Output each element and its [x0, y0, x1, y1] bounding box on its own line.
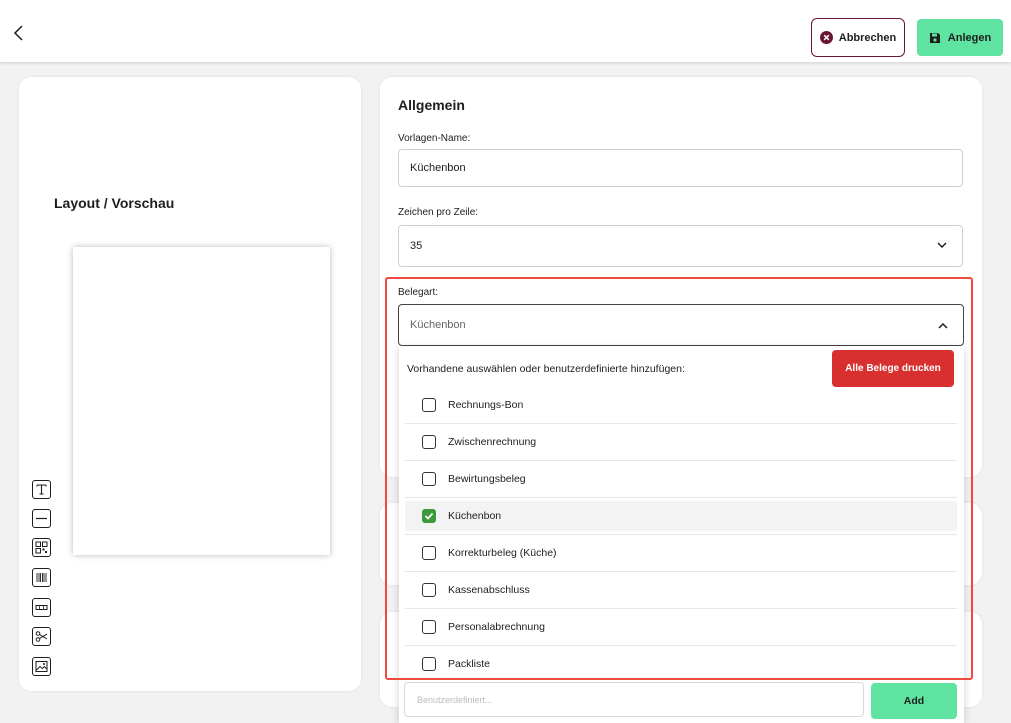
- option-zwischenrechnung[interactable]: Zwischenrechnung: [405, 427, 957, 457]
- divider: [405, 571, 957, 572]
- checkbox[interactable]: [422, 620, 436, 634]
- add-image-tool[interactable]: [32, 657, 51, 676]
- receipt-type-label: Belegart:: [398, 287, 439, 298]
- divider: [405, 534, 957, 535]
- spacer-icon: [35, 605, 48, 610]
- cancel-button[interactable]: Abbrechen: [811, 18, 905, 57]
- chars-per-line-label: Zeichen pro Zeile:: [398, 207, 479, 218]
- option-kuechenbon[interactable]: Küchenbon: [405, 501, 957, 531]
- option-label: Rechnungs-Bon: [448, 399, 524, 411]
- chars-per-line-value: 35: [410, 240, 423, 252]
- text-icon: [36, 484, 47, 495]
- general-section-title: Allgemein: [398, 97, 465, 113]
- add-spacer-tool[interactable]: [32, 598, 51, 617]
- add-line-tool[interactable]: [32, 509, 51, 528]
- chevron-up-icon: [938, 322, 948, 329]
- custom-receipt-type-input[interactable]: Benutzerdefiniert...: [404, 682, 864, 717]
- add-cut-tool[interactable]: [32, 627, 51, 646]
- add-barcode-tool[interactable]: [32, 568, 51, 587]
- scissors-icon: [35, 631, 48, 642]
- receipt-type-select[interactable]: Küchenbon: [398, 304, 964, 346]
- checkbox[interactable]: [422, 583, 436, 597]
- chars-per-line-select[interactable]: 35: [398, 225, 963, 267]
- checkbox[interactable]: [422, 435, 436, 449]
- create-button[interactable]: Anlegen: [917, 19, 1003, 56]
- divider: [405, 645, 957, 646]
- option-label: Packliste: [448, 658, 491, 670]
- image-icon: [35, 661, 48, 672]
- checkbox[interactable]: [422, 546, 436, 560]
- add-custom-type-button[interactable]: Add: [871, 683, 957, 719]
- checkmark-icon: [424, 512, 434, 520]
- barcode-icon: [36, 573, 47, 582]
- qr-code-icon: [35, 541, 48, 554]
- create-button-label: Anlegen: [947, 31, 992, 44]
- option-label: Küchenbon: [448, 510, 502, 522]
- option-label: Korrekturbeleg (Küche): [448, 547, 557, 559]
- template-name-input[interactable]: Küchenbon: [398, 149, 963, 187]
- option-personalabrechnung[interactable]: Personalabrechnung: [405, 612, 957, 642]
- checkbox[interactable]: [422, 657, 436, 671]
- option-rechnungs-bon[interactable]: Rechnungs-Bon: [405, 390, 957, 420]
- divider: [405, 460, 957, 461]
- option-label: Personalabrechnung: [448, 621, 545, 633]
- chevron-down-icon: [937, 242, 947, 249]
- add-text-tool[interactable]: [32, 480, 51, 499]
- receipt-type-value: Küchenbon: [410, 319, 466, 331]
- receipt-preview: [73, 247, 330, 555]
- add-qr-code-tool[interactable]: [32, 538, 51, 557]
- checkbox[interactable]: [422, 398, 436, 412]
- option-packliste[interactable]: Packliste: [405, 649, 957, 679]
- back-button[interactable]: [8, 22, 30, 44]
- checkbox-checked[interactable]: [422, 509, 436, 523]
- dropdown-hint: Vorhandene auswählen oder benutzerdefini…: [407, 363, 685, 375]
- close-circle-icon: [819, 31, 833, 44]
- option-korrekturbeleg-kueche[interactable]: Korrekturbeleg (Küche): [405, 538, 957, 568]
- option-label: Bewirtungsbeleg: [448, 473, 526, 485]
- template-name-label: Vorlagen-Name:: [398, 133, 471, 144]
- option-kassenabschluss[interactable]: Kassenabschluss: [405, 575, 957, 605]
- print-all-receipts-button[interactable]: Alle Belege drucken: [832, 350, 954, 387]
- top-bar: Abbrechen Anlegen: [0, 0, 1011, 62]
- template-name-value: Küchenbon: [410, 162, 466, 174]
- save-icon: [929, 32, 940, 43]
- cancel-button-label: Abbrechen: [838, 31, 897, 44]
- custom-input-placeholder: Benutzerdefiniert...: [417, 694, 493, 705]
- option-bewirtungsbeleg[interactable]: Bewirtungsbeleg: [405, 464, 957, 494]
- option-label: Kassenabschluss: [448, 584, 530, 596]
- option-label: Zwischenrechnung: [448, 436, 537, 448]
- line-icon: [36, 517, 47, 520]
- divider: [405, 423, 957, 424]
- divider: [405, 608, 957, 609]
- preview-title: Layout / Vorschau: [54, 195, 175, 211]
- chevron-left-icon: [13, 25, 23, 41]
- layout-preview-card: Layout / Vorschau: [19, 77, 361, 691]
- receipt-type-dropdown: Vorhandene auswählen oder benutzerdefini…: [399, 346, 964, 723]
- checkbox[interactable]: [422, 472, 436, 486]
- divider: [405, 497, 957, 498]
